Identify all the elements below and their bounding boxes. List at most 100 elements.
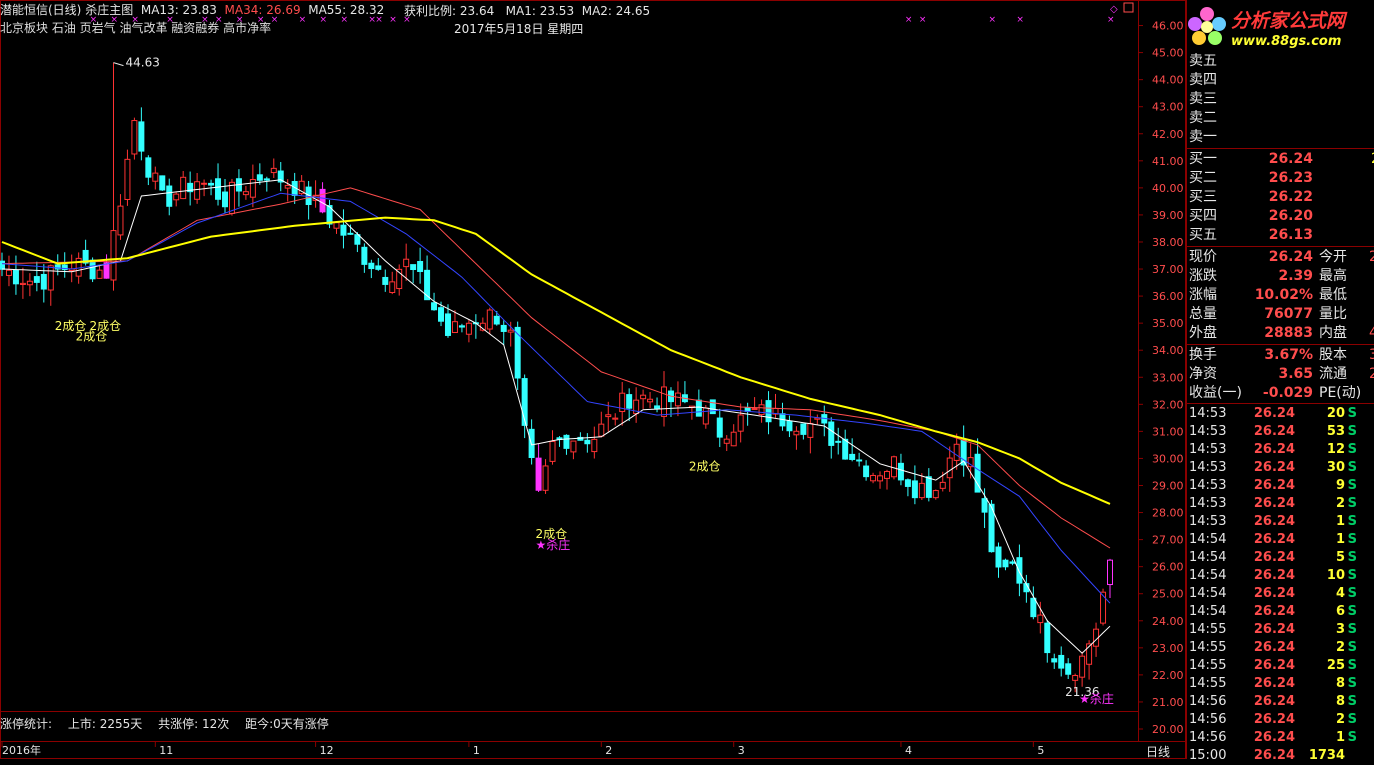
buy-level-price: 26.22 [1268,189,1313,205]
stat-label-2: 最高 [1319,268,1347,284]
candle-body [737,414,744,432]
tick-time: 14:53 [1189,478,1227,493]
tick-price: 26.24 [1253,550,1295,565]
candle-body [695,399,702,417]
stat-row: 收益(一) -0.029 PE(动) [1189,384,1374,402]
tick-side: S [1347,532,1357,547]
tick-price: 26.24 [1253,406,1295,421]
tick-time: 14:56 [1189,730,1227,745]
stat-value: 28883 [1264,325,1313,341]
tick-row: 14:55 26.24 25 S [1189,657,1357,675]
candle-body [1079,655,1086,678]
tick-side: S [1347,496,1357,511]
candle-body [110,230,117,281]
tick-row: 14:54 26.24 10 S [1189,567,1357,585]
chart-annotation: 44.63 [125,56,159,70]
signal-marker: × [905,15,913,25]
tick-row: 14:53 26.24 2 S [1189,495,1357,513]
tick-volume: 8 [1335,694,1345,709]
ma13-value: MA13: 23.83 [140,3,217,17]
candle-body [765,400,772,423]
candle-body [897,462,904,481]
candle-body [33,276,40,283]
candle-body [173,193,180,201]
candle-body [1030,597,1037,618]
candle-body [117,205,124,236]
y-tick-label: 30.00 [1152,452,1184,465]
tick-time: 14:54 [1189,586,1227,601]
y-tick-label: 21.00 [1152,696,1184,709]
stat-row: 外盘 28883 内盘 4 [1189,324,1374,342]
candle-body [563,434,570,449]
candle-body [856,459,863,462]
stat-label: 收益(一) [1189,385,1242,401]
signal-marker: × [389,15,397,25]
candle-body [626,394,633,409]
stat-extra: 2 [1369,366,1374,382]
tick-volume: 3 [1335,622,1345,637]
listed-days: 上市: 2255天 [67,717,143,731]
sell-level-label: 卖五 [1189,53,1217,69]
tick-side: S [1347,568,1357,583]
tick-price: 26.24 [1253,712,1295,727]
tick-volume: 53 [1326,424,1345,439]
tick-price: 26.24 [1253,604,1295,619]
stat-label-2: 流通 [1319,366,1347,382]
limit-up-recent: 距今:0天有涨停 [245,717,329,731]
stat-row: 涨跌 2.39 最高 [1189,267,1369,285]
x-tick-label: 3 [738,744,745,757]
tick-price: 26.24 [1253,586,1295,601]
tick-volume: 5 [1335,550,1345,565]
tick-price: 26.24 [1253,694,1295,709]
candle-body [221,191,228,208]
tick-side: S [1347,676,1357,691]
stat-row: 净资 3.65 流通 2 [1189,365,1374,383]
candle-body [201,182,208,185]
candle-body [1107,559,1113,586]
tick-volume: 1 [1335,730,1345,745]
period-tab[interactable]: 日线 [1146,743,1170,760]
candle-body [215,178,222,200]
candle-body [389,281,396,293]
cursor-date: 2017年5月18日 星期四 [454,22,584,36]
stat-label: 外盘 [1189,325,1217,341]
tick-volume: 6 [1335,604,1345,619]
candle-body [995,546,1002,568]
tick-volume: 1734 [1308,748,1345,763]
candle-body [0,260,5,270]
x-tick-label: 12 [320,744,334,757]
buy-level-price: 26.24 [1268,151,1313,167]
candle-body [549,440,556,462]
tick-side: S [1347,622,1357,637]
candle-body [570,440,577,453]
candle-body [661,386,668,417]
tick-volume: 9 [1335,478,1345,493]
candle-body [730,431,737,447]
tick-price: 26.24 [1253,424,1295,439]
candle-body [375,265,382,270]
candle-body [228,181,235,214]
candle-body [925,476,932,498]
y-tick-label: 23.00 [1152,642,1184,655]
candle-body [793,430,800,436]
candle-body [870,474,877,482]
y-tick-label: 32.00 [1152,398,1184,411]
candle-body [368,262,375,270]
tick-side: S [1347,442,1357,457]
ma-line-ma13 [1,179,1111,654]
high-pointer [113,62,124,67]
stat-value: 26.24 [1268,249,1313,265]
y-tick-label: 33.00 [1152,371,1184,384]
tick-time: 15:00 [1189,748,1227,763]
candle-body [138,121,145,152]
y-tick-label: 35.00 [1152,317,1184,330]
stat-label: 涨幅 [1189,287,1217,303]
candlestick-chart[interactable]: 20.00 21.00 22.00 23.00 24.00 25.00 26.00 27.00… [0,0,1186,759]
sell-level-row: 卖四 [1189,71,1253,89]
y-tick-label: 26.00 [1152,561,1184,574]
tick-volume: 8 [1335,676,1345,691]
y-tick-label: 40.00 [1152,182,1184,195]
candle-body [500,324,507,332]
candle-body [918,482,925,499]
tick-volume: 30 [1326,460,1345,475]
